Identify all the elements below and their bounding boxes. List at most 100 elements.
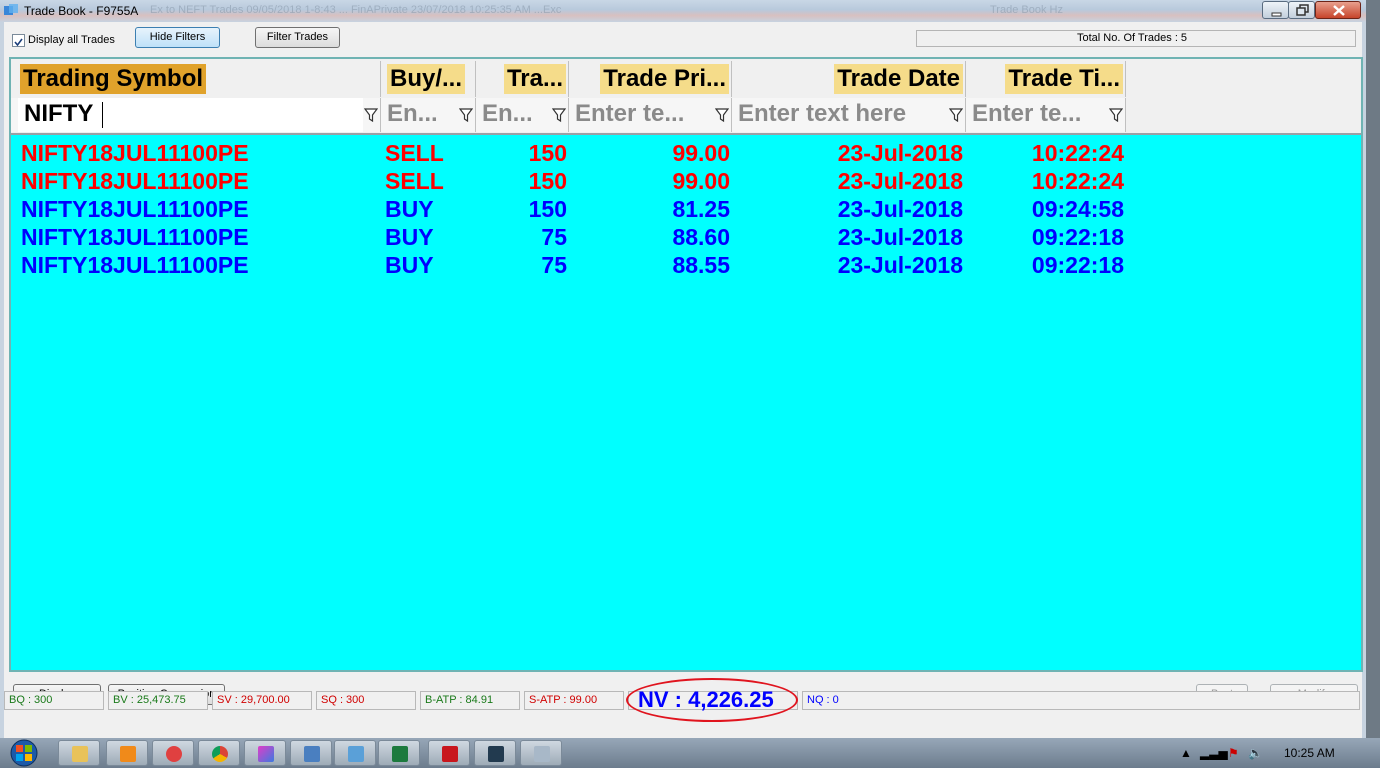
cell-symbol: NIFTY18JUL11100PE [21, 168, 249, 194]
filter-icon[interactable] [949, 107, 963, 123]
column-label: Trade Ti... [1005, 64, 1123, 94]
chart-app-icon [488, 746, 504, 762]
trade-grid: Trading Symbol Buy/... Tra... Trade Pri.… [9, 57, 1363, 672]
filter-trades-button[interactable]: Filter Trades [255, 27, 340, 48]
column-label: Trade Date [834, 64, 963, 94]
filter-placeholder: Enter te... [972, 100, 1082, 127]
signal-icon[interactable]: ▂▃▅ [1200, 746, 1228, 760]
network-icon [304, 746, 320, 762]
filter-cell-trade-time[interactable]: Enter te... [966, 98, 1126, 132]
filter-icon[interactable] [1109, 107, 1123, 123]
filter-value: NIFTY [24, 100, 94, 127]
column-header-trading-symbol[interactable]: Trading Symbol [11, 61, 381, 97]
cell-price: 99.00 [672, 140, 730, 166]
filter-cell-trading-symbol: NIFTY [11, 98, 381, 132]
trading-symbol-filter-input[interactable]: NIFTY [18, 98, 363, 132]
taskbar-calculator[interactable] [520, 740, 562, 766]
cell-price: 88.55 [672, 252, 730, 278]
taskbar-chart-app[interactable] [474, 740, 516, 766]
cell-side: BUY [385, 224, 434, 250]
cell-side: BUY [385, 196, 434, 222]
maximize-button[interactable] [1288, 1, 1315, 19]
window-app-icon [348, 746, 364, 762]
filter-cell-trade-qty[interactable]: En... [476, 98, 569, 132]
chrome-icon [212, 746, 228, 762]
explorer-icon [72, 746, 88, 762]
cell-time: 09:24:58 [1031, 196, 1124, 222]
taskbar-excel[interactable] [378, 740, 420, 766]
taskbar-pdf[interactable] [428, 740, 470, 766]
filter-cell-buy-sell[interactable]: En... [381, 98, 476, 132]
status-sv: SV : 29,700.00 [212, 691, 312, 710]
filter-icon[interactable] [459, 107, 473, 123]
minimize-button[interactable] [1262, 1, 1289, 19]
cell-date: 23-Jul-2018 [837, 224, 963, 250]
windows-start-icon[interactable] [4, 739, 44, 767]
taskbar-network[interactable] [290, 740, 332, 766]
background-window-title: Ex to NEFT Trades 09/05/2018 1-8:43 ... … [150, 4, 562, 16]
hide-filters-button[interactable]: Hide Filters [135, 27, 220, 48]
cell-symbol: NIFTY18JUL11100PE [21, 196, 249, 222]
table-row[interactable]: NIFTY18JUL11100PE BUY 150 81.25 23-Jul-2… [11, 195, 1361, 223]
table-row[interactable]: NIFTY18JUL11100PE SELL 150 99.00 23-Jul-… [11, 167, 1361, 195]
flag-icon[interactable]: ⚑ [1228, 746, 1239, 760]
taskbar-chrome[interactable] [198, 740, 240, 766]
minimize-icon [1271, 12, 1282, 17]
cell-side: SELL [385, 140, 444, 166]
display-all-checkbox[interactable] [12, 34, 25, 47]
close-button[interactable] [1315, 1, 1361, 19]
cell-date: 23-Jul-2018 [837, 252, 963, 278]
cell-date: 23-Jul-2018 [837, 140, 963, 166]
cell-side: SELL [385, 168, 444, 194]
excel-icon [392, 746, 408, 762]
background-window-title-right: Trade Book Hz [990, 4, 1063, 16]
column-label: Tra... [503, 64, 566, 94]
status-nq: NQ : 0 [802, 691, 1360, 710]
taskbar-media-player[interactable] [106, 740, 148, 766]
highlight-circle [626, 678, 798, 722]
taskbar-window-app[interactable] [334, 740, 376, 766]
pdf-icon [442, 746, 458, 762]
column-header-trade-qty[interactable]: Tra... [476, 61, 569, 97]
column-header-trade-price[interactable]: Trade Pri... [569, 61, 732, 97]
triangle-app-icon [258, 746, 274, 762]
taskbar-triangle-app[interactable] [244, 740, 286, 766]
show-hidden-icons-icon[interactable]: ▲ [1180, 746, 1192, 760]
column-label: Trade Pri... [600, 64, 729, 94]
lifebuoy-icon [166, 746, 182, 762]
calculator-icon [534, 746, 550, 762]
cell-symbol: NIFTY18JUL11100PE [21, 252, 249, 278]
table-row[interactable]: NIFTY18JUL11100PE BUY 75 88.60 23-Jul-20… [11, 223, 1361, 251]
column-label: Buy/... [387, 64, 466, 94]
filter-icon[interactable] [364, 107, 378, 123]
cell-time: 10:22:24 [1031, 168, 1124, 194]
cell-time: 09:22:18 [1031, 224, 1124, 250]
filter-cell-trade-date[interactable]: Enter text here [732, 98, 966, 132]
clock[interactable]: 10:25 AM [1284, 746, 1335, 760]
filter-cell-trade-price[interactable]: Enter te... [569, 98, 732, 132]
table-row[interactable]: NIFTY18JUL11100PE BUY 75 88.55 23-Jul-20… [11, 251, 1361, 279]
cell-qty: 75 [541, 224, 567, 250]
column-header-buy-sell[interactable]: Buy/... [381, 61, 476, 97]
status-bq: BQ : 300 [4, 691, 104, 710]
taskbar-explorer[interactable] [58, 740, 100, 766]
cell-qty: 75 [541, 252, 567, 278]
grid-header: Trading Symbol Buy/... Tra... Trade Pri.… [11, 59, 1361, 135]
restore-icon [1296, 4, 1309, 16]
display-all-label: Display all Trades [28, 34, 115, 46]
cell-price: 99.00 [672, 168, 730, 194]
filter-icon[interactable] [552, 107, 566, 123]
filter-icon[interactable] [715, 107, 729, 123]
title-bar: Trade Book - F9755A Ex to NEFT Trades 09… [0, 0, 1366, 22]
checkmark-icon [14, 38, 23, 47]
volume-icon[interactable]: 🔈 [1248, 746, 1263, 760]
cell-qty: 150 [528, 168, 567, 194]
column-header-trade-time[interactable]: Trade Ti... [966, 61, 1126, 97]
filter-placeholder: Enter te... [575, 100, 685, 127]
taskbar-lifebuoy[interactable] [152, 740, 194, 766]
cell-price: 88.60 [672, 224, 730, 250]
column-header-trade-date[interactable]: Trade Date [732, 61, 966, 97]
table-row[interactable]: NIFTY18JUL11100PE SELL 150 99.00 23-Jul-… [11, 139, 1361, 167]
cell-symbol: NIFTY18JUL11100PE [21, 224, 249, 250]
window-title: Trade Book - F9755A [24, 4, 139, 18]
